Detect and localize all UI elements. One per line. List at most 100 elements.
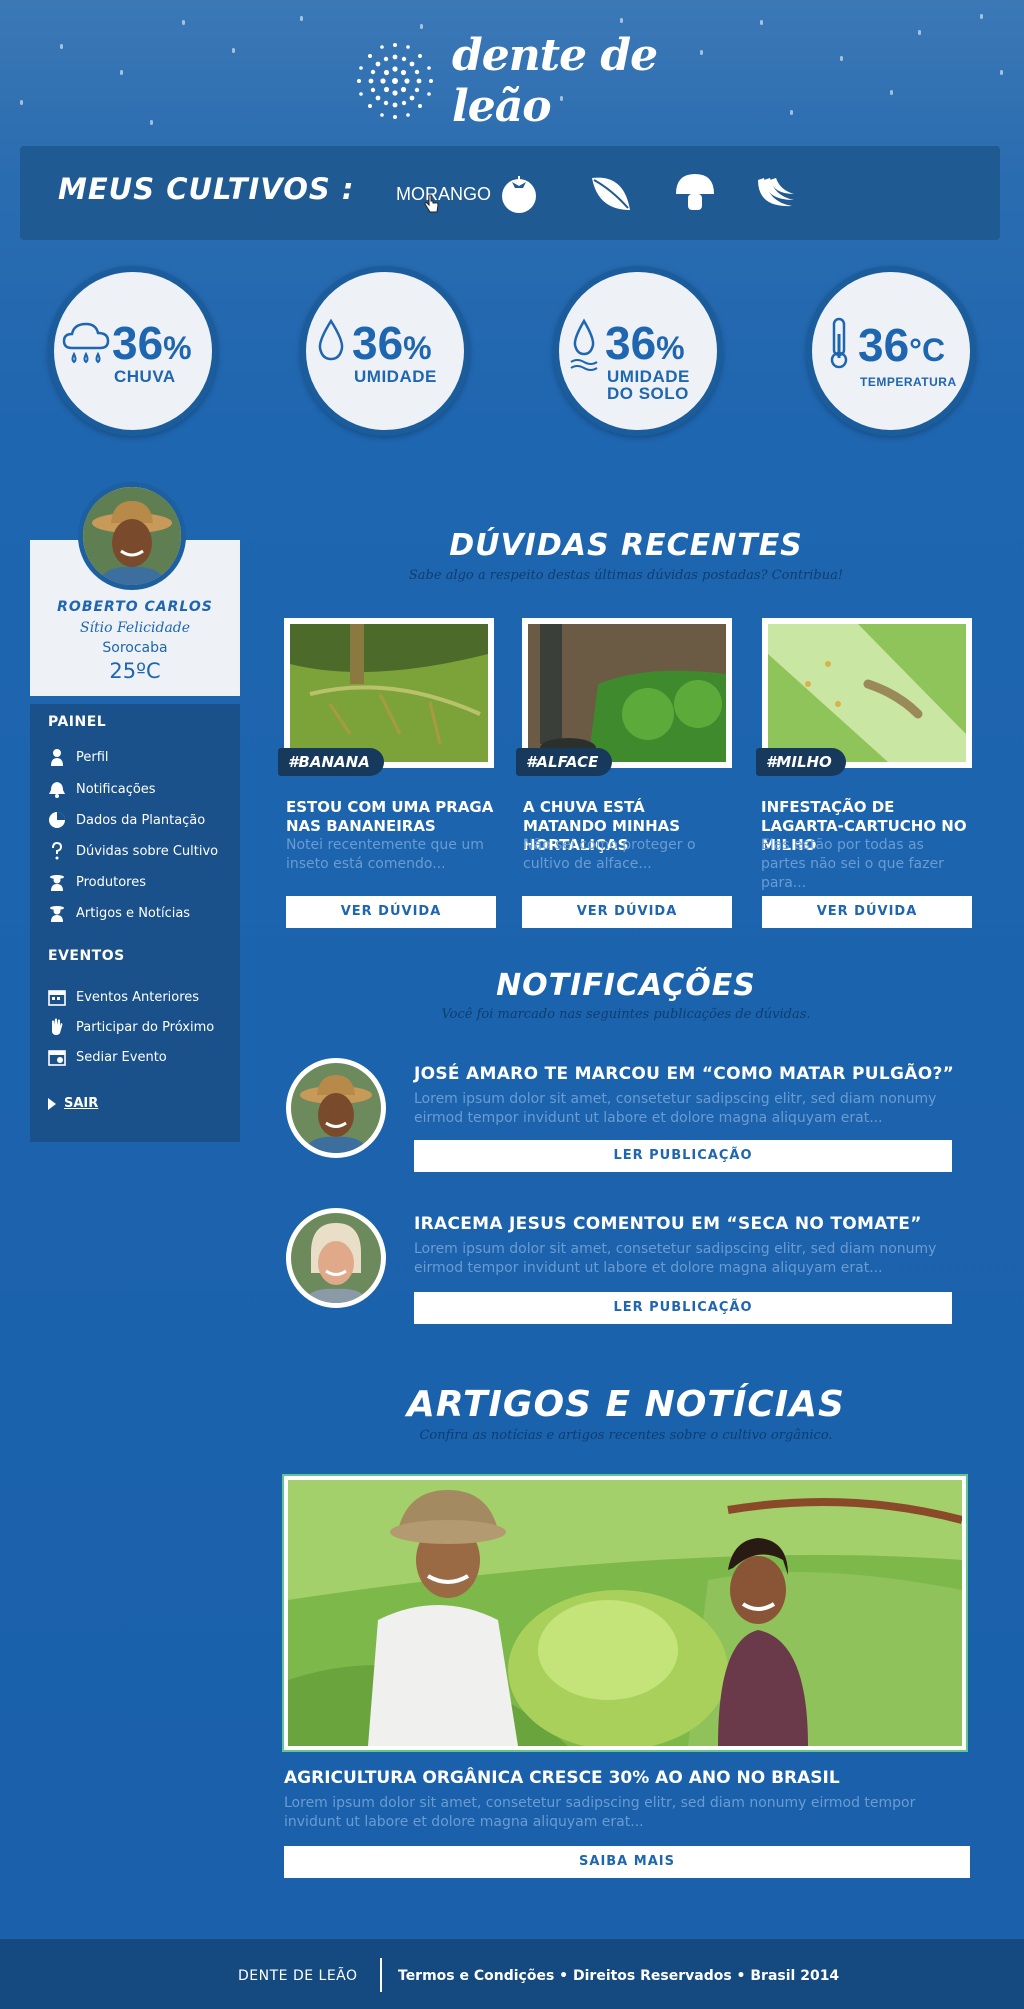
sidebar-item-produtores[interactable]: Produtores: [48, 873, 146, 891]
profile-city: Sorocaba: [102, 640, 168, 656]
sidebar-item-participar[interactable]: Participar do Próximo: [48, 1018, 214, 1036]
water-drop-icon: [318, 318, 344, 361]
banana-icon[interactable]: [752, 170, 798, 216]
hand-icon: [52, 1018, 63, 1035]
stat-soil-value: 36%: [605, 317, 685, 369]
sidebar-item-label: Artigos e Notícias: [76, 905, 191, 921]
sidebar-item-label: Dados da Plantação: [76, 812, 206, 828]
question-excerpt: Não sei como proteger o cultivo de alfac…: [523, 837, 696, 872]
notification-title: IRACEMA JESUS COMENTOU EM “SECA NO TOMAT…: [414, 1214, 922, 1234]
question-tag: #MILHO: [756, 748, 846, 776]
sidebar-item-duvidas[interactable]: Dúvidas sobre Cultivo: [48, 842, 218, 860]
articles-title: ARTIGOS E NOTÍCIAS: [407, 1384, 845, 1425]
view-question-button[interactable]: VER DÚVIDA: [762, 896, 972, 928]
questions-subtitle: Sabe algo a respeito destas últimas dúvi…: [408, 568, 844, 583]
rain-cloud-icon: [62, 322, 110, 364]
lettuce-field-image: [528, 624, 726, 762]
stat-soil-humidity: 36% UMIDADE DO SOLO: [553, 266, 723, 436]
leaf-icon[interactable]: [588, 170, 634, 216]
question-excerpt: Notei recentemente que um inseto está co…: [286, 837, 484, 872]
stat-rain-value: 36%: [112, 317, 192, 369]
stat-soil-label: UMIDADE DO SOLO: [607, 367, 690, 403]
stat-rain: 36% CHUVA: [48, 266, 218, 436]
mushroom-icon[interactable]: [672, 170, 718, 216]
read-publication-button[interactable]: LER PUBLICAÇÃO: [414, 1140, 952, 1172]
notification-avatar[interactable]: [286, 1208, 386, 1308]
article-icon: [50, 906, 64, 922]
stat-temperature-label: TEMPERATURA: [860, 375, 957, 389]
sidebar-item-label: Dúvidas sobre Cultivo: [76, 843, 219, 859]
article-title[interactable]: AGRICULTURA ORGÂNICA CRESCE 30% AO ANO N…: [284, 1768, 840, 1788]
thermometer-icon: [830, 317, 848, 369]
hand-cursor-icon: [424, 194, 439, 213]
read-publication-button[interactable]: LER PUBLICAÇÃO: [414, 1292, 952, 1324]
crop-strawberry-label[interactable]: MORANGO: [396, 184, 491, 205]
sidebar-item-label: Perfil: [76, 749, 109, 765]
banana-leaf-image: [290, 624, 488, 762]
avatar[interactable]: [78, 482, 186, 590]
sidebar-heading-eventos: EVENTOS: [48, 948, 125, 964]
person-icon: [51, 749, 63, 766]
sidebar-heading-painel: PAINEL: [48, 714, 107, 730]
stat-temperature: 36°C TEMPERATURA: [806, 266, 976, 436]
question-tag: #BANANA: [278, 748, 384, 776]
logout-label: SAIR: [64, 1096, 99, 1111]
soil-moisture-icon: [570, 318, 598, 371]
sidebar-item-label: Participar do Próximo: [76, 1019, 215, 1035]
footer-brand[interactable]: DENTE DE LEÃO: [238, 1968, 358, 1984]
corn-caterpillar-image: [768, 624, 966, 762]
notifications-subtitle: Você foi marcado nas seguintes publicaçõ…: [441, 1007, 811, 1022]
question-photo-banana[interactable]: [284, 618, 494, 768]
view-question-button[interactable]: VER DÚVIDA: [286, 896, 496, 928]
question-tag: #ALFACE: [516, 748, 613, 776]
brand-logo[interactable]: dente de leão: [352, 30, 672, 132]
notification-text: Lorem ipsum dolor sit amet, consetetur s…: [414, 1241, 937, 1276]
article-photo[interactable]: [282, 1474, 968, 1752]
sidebar-item-sediar-evento[interactable]: Sediar Evento: [48, 1048, 167, 1066]
profile-name: ROBERTO CARLOS: [57, 599, 213, 615]
question-photo-alface[interactable]: [522, 618, 732, 768]
footer-divider: [380, 1958, 382, 1992]
stat-humidity-value: 36%: [352, 317, 432, 369]
sidebar-item-label: Sediar Evento: [76, 1049, 167, 1065]
pie-chart-icon: [49, 812, 65, 828]
sidebar-item-artigos[interactable]: Artigos e Notícias: [48, 904, 190, 922]
sidebar-item-label: Produtores: [76, 874, 146, 890]
sidebar-item-eventos-anteriores[interactable]: Eventos Anteriores: [48, 988, 199, 1006]
question-title: ESTOU COM UMA PRAGA NAS BANANEIRAS: [286, 798, 494, 835]
calendar-host-icon: [48, 1050, 66, 1066]
farmer-icon: [50, 875, 64, 891]
tomato-icon[interactable]: [496, 170, 542, 216]
view-question-button[interactable]: VER DÚVIDA: [522, 896, 732, 928]
crops-title: MEUS CULTIVOS :: [58, 172, 355, 206]
articles-subtitle: Confira as notícias e artigos recentes s…: [419, 1428, 833, 1443]
sidebar-item-label: Eventos Anteriores: [76, 989, 200, 1005]
farmer-portrait: [83, 487, 181, 585]
sidebar-item-notificacoes[interactable]: Notificações: [48, 780, 156, 798]
calendar-icon: [48, 990, 66, 1006]
farmer-portrait: [291, 1063, 381, 1153]
sidebar-item-perfil[interactable]: Perfil: [48, 748, 109, 766]
brand-name: dente de leão: [452, 30, 658, 132]
sidebar-item-label: Notificações: [76, 781, 156, 797]
stat-rain-label: CHUVA: [114, 367, 176, 386]
stat-temperature-value: 36°C: [858, 319, 946, 371]
logout-link[interactable]: SAIR: [48, 1096, 98, 1111]
bell-icon: [49, 782, 65, 798]
sidebar-item-dados-plantacao[interactable]: Dados da Plantação: [48, 811, 205, 829]
notification-text: Lorem ipsum dolor sit amet, consetetur s…: [414, 1091, 937, 1126]
read-more-button[interactable]: SAIBA MAIS: [284, 1846, 970, 1878]
profile-farm: Sítio Felicidade: [79, 620, 191, 636]
footer-legal-links[interactable]: Termos e Condições • Direitos Reservados…: [398, 1968, 839, 1984]
stat-humidity: 36% UMIDADE: [300, 266, 470, 436]
dandelion-icon: [357, 43, 433, 119]
notification-title: JOSÉ AMARO TE MARCOU EM “COMO MATAR PULG…: [414, 1064, 955, 1084]
profile-temperature: 25ºC: [109, 659, 161, 683]
questions-title: DÚVIDAS RECENTES: [449, 528, 803, 563]
notification-avatar[interactable]: [286, 1058, 386, 1158]
question-icon: [52, 842, 63, 860]
notifications-title: NOTIFICAÇÕES: [496, 968, 756, 1003]
article-excerpt: Lorem ipsum dolor sit amet, consetetur s…: [284, 1795, 916, 1830]
question-excerpt: Elas estão por todas as partes não sei o…: [761, 837, 944, 891]
question-photo-milho[interactable]: [762, 618, 972, 768]
